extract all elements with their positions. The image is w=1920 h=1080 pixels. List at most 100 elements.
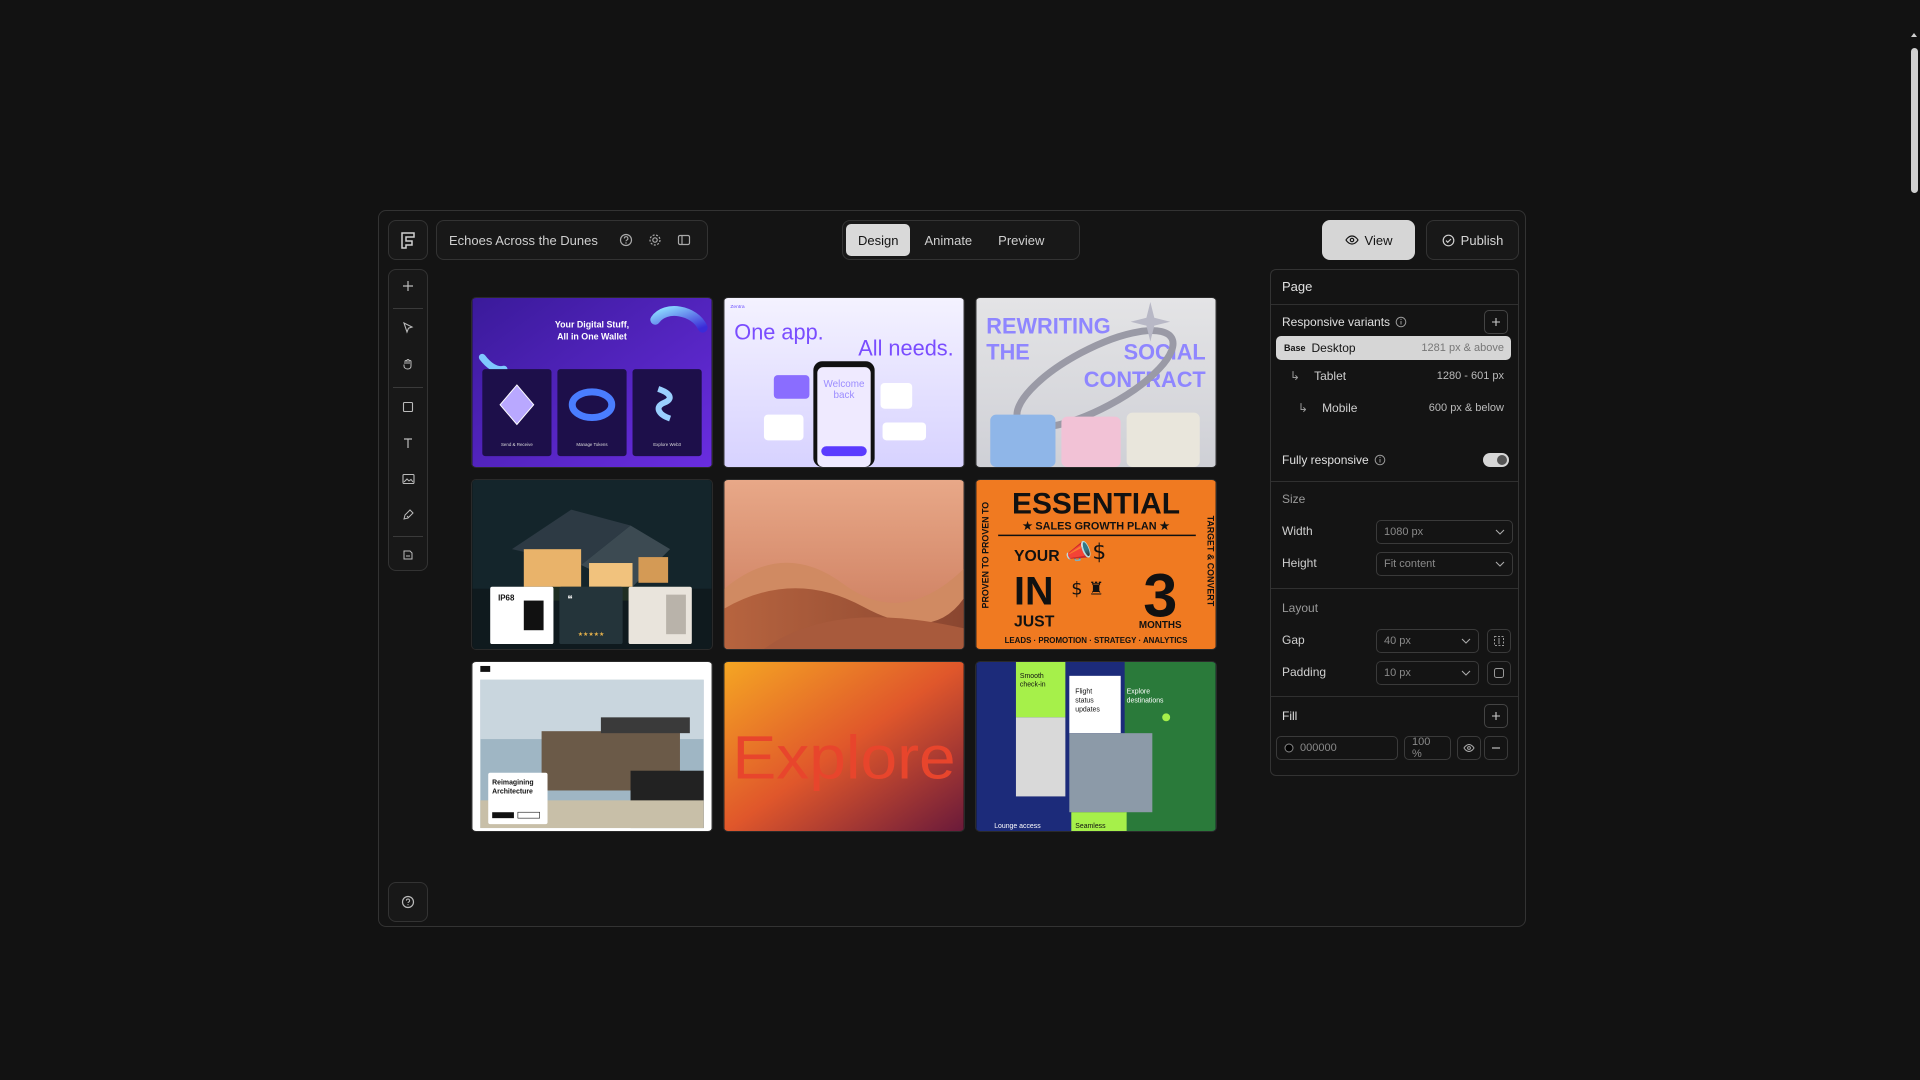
card-desert[interactable]: [723, 479, 965, 650]
padding-icon: [1494, 668, 1504, 678]
chevron-down-icon: [1495, 561, 1505, 567]
fill-color-input[interactable]: 000000: [1276, 736, 1398, 760]
page-scrollbar[interactable]: [1908, 30, 1920, 1080]
variant-mobile[interactable]: ↳ Mobile 600 px & below: [1276, 396, 1511, 420]
oneapp-phone-2: back: [834, 390, 855, 401]
check-circle-icon: [1442, 234, 1455, 246]
card-one-app[interactable]: Zentra One app. All needs. Welcome back: [723, 297, 965, 468]
social-line2: THE: [986, 339, 1029, 364]
width-dropdown[interactable]: 1080 px: [1376, 520, 1513, 544]
wallet-card-2: Manage Tokens: [576, 442, 608, 447]
variant-mobile-name: Mobile: [1322, 401, 1358, 415]
variant-tablet[interactable]: ↳ Tablet 1280 - 601 px: [1276, 364, 1511, 388]
pen-tool[interactable]: [389, 500, 427, 530]
travel-t3b: destinations: [1127, 698, 1164, 705]
essential-left: PROVEN TO PROVEN TO: [980, 502, 990, 609]
gear-icon[interactable]: [644, 229, 666, 251]
gap-value: 40 px: [1384, 635, 1411, 647]
component-tool[interactable]: [389, 540, 427, 570]
height-value: Fit content: [1384, 558, 1436, 570]
sidebar-toggle-icon[interactable]: [673, 229, 695, 251]
card-wallet[interactable]: Your Digital Stuff, All in One Wallet Se…: [471, 297, 713, 468]
plus-icon: [1492, 318, 1500, 326]
house-badge: IP68: [498, 594, 515, 603]
hand-tool[interactable]: [389, 349, 427, 379]
color-swatch-icon: [1284, 743, 1294, 753]
essential-sub: ★ SALES GROWTH PLAN ★: [1023, 520, 1170, 532]
chevron-down-icon: [1461, 638, 1471, 644]
card-essential[interactable]: ESSENTIAL ★ SALES GROWTH PLAN ★ YOUR IN …: [975, 479, 1217, 650]
view-button[interactable]: View: [1322, 220, 1415, 260]
add-tool[interactable]: [389, 271, 427, 301]
travel-t3a: Explore: [1127, 689, 1151, 696]
width-label: Width: [1282, 524, 1313, 538]
help-button[interactable]: [388, 882, 428, 922]
layout-section-label: Layout: [1282, 601, 1319, 615]
variant-mobile-range: 600 px & below: [1428, 402, 1504, 414]
project-title[interactable]: Echoes Across the Dunes: [449, 233, 608, 248]
eye-icon: [1463, 743, 1475, 753]
remove-fill-button[interactable]: [1484, 736, 1508, 760]
gap-dropdown[interactable]: 40 px: [1376, 629, 1479, 653]
variant-desktop-range: 1281 px & above: [1421, 342, 1504, 354]
info-icon[interactable]: [1374, 454, 1386, 466]
card-explore[interactable]: Explore: [723, 661, 965, 832]
svg-text:★★★★★: ★★★★★: [578, 631, 604, 638]
tab-preview[interactable]: Preview: [986, 224, 1056, 256]
tool-bar: [388, 269, 428, 571]
wallet-card-1: Send & Receive: [501, 442, 533, 447]
app-logo[interactable]: [388, 220, 428, 260]
view-label: View: [1364, 232, 1393, 248]
oneapp-left: One app.: [734, 320, 823, 345]
explore-word: Explore: [732, 724, 955, 792]
select-tool[interactable]: [389, 313, 427, 343]
card-house[interactable]: IP68 ❝ ★★★★★: [471, 479, 713, 650]
svg-text:$ ♜: $ ♜: [1071, 579, 1104, 600]
add-variant-button[interactable]: [1484, 310, 1508, 334]
tab-animate[interactable]: Animate: [912, 224, 984, 256]
text-tool[interactable]: [389, 428, 427, 458]
add-fill-button[interactable]: [1484, 704, 1508, 728]
tab-design[interactable]: Design: [846, 224, 911, 256]
oneapp-phone-1: Welcome: [824, 379, 865, 390]
svg-text:❝: ❝: [567, 595, 572, 606]
card-travel[interactable]: Smooth check-in Flight status updates Ex…: [975, 661, 1217, 832]
fill-visibility-button[interactable]: [1457, 736, 1481, 760]
card-architecture[interactable]: Reimagining Architecture: [471, 661, 713, 832]
arch-line2: Architecture: [492, 788, 533, 795]
help-icon[interactable]: [615, 229, 637, 251]
travel-t2a: Flight: [1075, 689, 1092, 696]
width-value: 1080 px: [1384, 526, 1424, 538]
info-icon[interactable]: [1395, 316, 1407, 328]
travel-t1b: check-in: [1020, 682, 1046, 689]
gap-mode-button[interactable]: [1487, 629, 1511, 653]
eye-icon: [1344, 235, 1359, 245]
essential-months: MONTHS: [1139, 620, 1182, 631]
publish-button[interactable]: Publish: [1426, 220, 1519, 260]
padding-dropdown[interactable]: 10 px: [1376, 661, 1479, 685]
fully-responsive-label: Fully responsive: [1282, 453, 1369, 467]
card-social-contract[interactable]: REWRITING THE SOCIAL CONTRACT: [975, 297, 1217, 468]
frame-tool[interactable]: [389, 392, 427, 422]
canvas-grid: Your Digital Stuff, All in One Wallet Se…: [471, 297, 1217, 832]
fully-responsive-toggle[interactable]: [1483, 453, 1509, 467]
square-icon: [402, 401, 414, 413]
fill-opacity-input[interactable]: 100 %: [1404, 736, 1451, 760]
subitem-arrow-icon: ↳: [1290, 369, 1301, 383]
padding-label: Padding: [1282, 665, 1327, 679]
fill-section-label: Fill: [1282, 709, 1298, 723]
height-dropdown[interactable]: Fit content: [1376, 552, 1513, 576]
image-tool[interactable]: [389, 464, 427, 494]
variant-desktop[interactable]: Base Desktop 1281 px & above: [1276, 336, 1511, 360]
scroll-up-icon[interactable]: [1908, 30, 1920, 40]
chevron-down-icon: [1461, 670, 1471, 676]
scrollbar-thumb[interactable]: [1911, 48, 1918, 193]
wallet-card-3: Explore Web3: [653, 442, 681, 447]
component-icon: [403, 550, 413, 560]
padding-mode-button[interactable]: [1487, 661, 1511, 685]
height-label: Height: [1282, 556, 1317, 570]
padding-value: 10 px: [1384, 667, 1411, 679]
wallet-title-2: All in One Wallet: [557, 332, 627, 342]
wallet-title-1: Your Digital Stuff,: [555, 320, 629, 330]
travel-t2b: status: [1075, 698, 1094, 705]
